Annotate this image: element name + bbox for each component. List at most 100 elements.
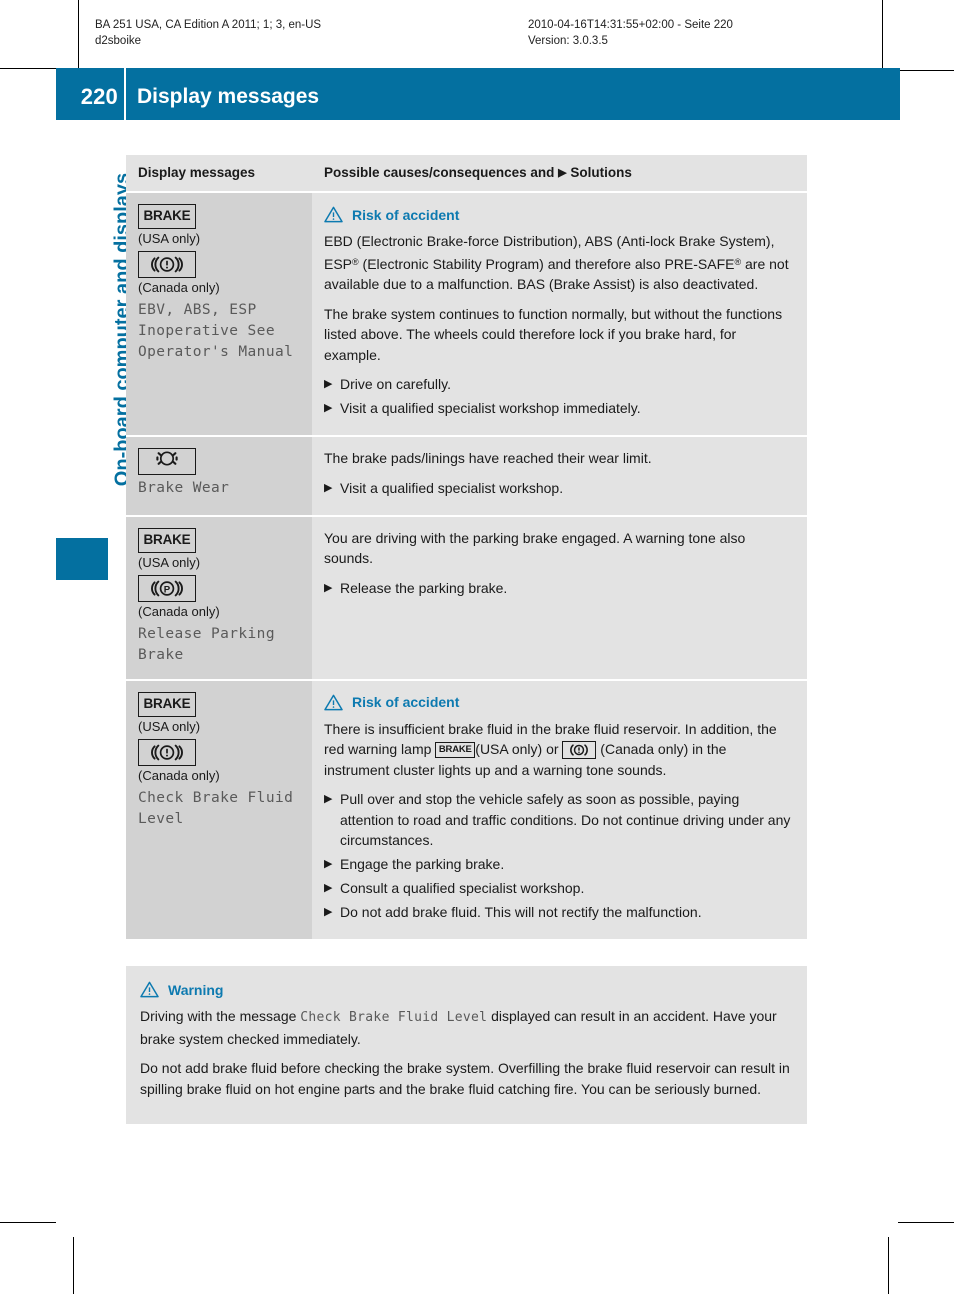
row4-canada-note: (Canada only)	[138, 767, 220, 783]
row1-bullet-1-text: Drive on carefully.	[340, 376, 452, 392]
row3-causes-cell: You are driving with the parking brake e…	[312, 516, 807, 679]
table-header-cell-right: Possible causes/consequences and ▶ Solut…	[312, 155, 807, 191]
row3-message-cell: BRAKE (USA only) P (Canada only) Release…	[126, 516, 312, 679]
bullet-arrow-icon: ▶	[324, 402, 333, 414]
crop-mark-bottom-right-horizontal	[898, 1222, 954, 1223]
row1-canada-note: (Canada only)	[138, 280, 220, 295]
display-messages-table: Display messages Possible causes/consequ…	[126, 155, 807, 939]
bullet-arrow-icon: ▶	[324, 481, 333, 494]
row2-message-cell: Brake Wear	[126, 437, 312, 515]
row1-paragraph-1: EBD (Electronic Brake-force Distribution…	[324, 231, 793, 295]
crop-mark-top-right-vertical	[882, 0, 883, 68]
row4-bullet-1: ▶ Pull over and stop the vehicle safely a…	[324, 789, 793, 851]
bullet-arrow-icon: ▶	[324, 905, 333, 918]
print-meta-right: 2010-04-16T14:31:55+02:00 - Seite 220 Ver…	[528, 17, 733, 49]
row4-risk-heading-text: Risk of accident	[352, 694, 460, 710]
header-divider	[124, 68, 126, 120]
crop-mark-top-left-horizontal	[0, 68, 56, 69]
row1-bullet-1: ▶ Drive on carefully.	[324, 374, 793, 395]
print-meta-left: BA 251 USA, CA Edition A 2011; 1; 3, en-…	[95, 17, 321, 49]
brake-canada-lamp-icon	[138, 738, 196, 766]
row1-bullet-2: ▶ Visit a qualified specialist workshop i…	[324, 398, 793, 419]
row1-p1-sup1: ®	[352, 256, 359, 267]
row2-bullet-1: ▶ Visit a qualified specialist workshop.	[324, 478, 793, 499]
row2-bullet-1-text: Visit a qualified specialist workshop.	[340, 479, 564, 496]
column-header-display-messages: Display messages	[138, 165, 256, 180]
warning-triangle-icon	[324, 694, 343, 710]
row4-bullet-2-text: Engage the parking brake.	[340, 855, 505, 872]
row3-paragraph-1: You are driving with the parking brake e…	[324, 529, 746, 567]
row2-display-text: Brake Wear	[138, 480, 230, 496]
table-row: BRAKE (USA only) (Canada only) Check Bra…	[126, 680, 807, 939]
crop-mark-top-left-vertical	[78, 0, 79, 68]
row2-causes-cell: The brake pads/linings have reached thei…	[312, 437, 807, 515]
row4-bullet-3: ▶ Consult a qualified specialist workshop…	[324, 878, 793, 899]
page-number: 220	[80, 84, 118, 109]
parking-brake-canada-lamp-icon: P	[138, 574, 196, 602]
row1-risk-heading: Risk of accident	[324, 206, 793, 223]
row1-message-cell: BRAKE (USA only) (Canada only) EBV, ABS,…	[126, 193, 312, 435]
row4-paragraph-1: There is insufficient brake fluid in the…	[324, 719, 793, 781]
row4-message-cell: BRAKE (USA only) (Canada only) Check Bra…	[126, 680, 312, 939]
table-row: Brake Wear The brake pads/linings have r…	[126, 437, 807, 517]
row4-p1-part2: (USA only) or	[475, 741, 563, 757]
row1-causes-cell: Risk of accident EBD (Electronic Brake-f…	[312, 193, 807, 435]
warning-callout-title: Warning	[168, 981, 224, 998]
print-meta-right-line1: 2010-04-16T14:31:55+02:00 - Seite 220	[528, 19, 733, 31]
brake-wear-lamp-icon	[138, 448, 196, 475]
row4-bullet-1-text: Pull over and stop the vehicle safely as…	[340, 791, 791, 848]
row4-bullet-3-text: Consult a qualified specialist workshop.	[340, 879, 585, 896]
warning-callout-paragraph-1: Driving with the message Check Brake Flu…	[140, 1006, 791, 1049]
row3-display-text: Release Parking Brake	[138, 625, 275, 663]
warning-triangle-icon	[324, 206, 343, 223]
row3-canada-note: (Canada only)	[138, 603, 220, 619]
row1-usa-note: (USA only)	[138, 231, 201, 246]
row3-usa-note: (USA only)	[138, 554, 201, 570]
brake-warning-lamp-icon: BRAKE	[138, 204, 196, 229]
warning-callout-heading: Warning	[140, 981, 791, 998]
warning-callout-box: Warning Driving with the message Check B…	[126, 966, 807, 1124]
page-title: Display messages	[137, 85, 320, 108]
row1-risk-heading-text: Risk of accident	[352, 206, 460, 223]
table-row: BRAKE (USA only) (Canada only) EBV, ABS,…	[126, 193, 807, 437]
chapter-tab-marker	[56, 538, 108, 580]
bullet-arrow-icon: ▶	[324, 793, 333, 805]
warning-triangle-icon	[140, 981, 159, 998]
row1-bullet-2-text: Visit a qualified specialist workshop im…	[340, 400, 641, 416]
row4-bullet-2: ▶ Engage the parking brake.	[324, 854, 793, 875]
crop-mark-bottom-left-vertical	[73, 1237, 74, 1294]
row4-risk-heading: Risk of accident	[324, 694, 793, 711]
row4-display-text: Check Brake Fluid Level	[138, 789, 294, 827]
row4-bullet-4: ▶ Do not add brake fluid. This will not r…	[324, 902, 793, 923]
column-header-causes-before: Possible causes/consequences and	[324, 165, 559, 180]
crop-mark-bottom-left-horizontal	[0, 1222, 56, 1223]
brake-warning-lamp-icon: BRAKE	[138, 691, 196, 717]
bullet-arrow-icon: ▶	[324, 581, 333, 594]
bullet-arrow-icon: ▶	[324, 857, 333, 870]
print-meta-left-line2: d2sboike	[95, 35, 142, 47]
brake-canada-lamp-icon	[138, 251, 196, 278]
row3-bullet-1-text: Release the parking brake.	[340, 579, 508, 596]
solutions-arrow-icon: ▶	[558, 167, 567, 179]
svg-text:P: P	[164, 584, 171, 595]
row4-usa-note: (USA only)	[138, 718, 201, 734]
print-meta-right-line2: Version: 3.0.3.5	[528, 35, 608, 47]
table-header-row: Display messages Possible causes/consequ…	[126, 155, 807, 193]
row2-paragraph-1: The brake pads/linings have reached thei…	[324, 450, 652, 466]
row1-display-text: EBV, ABS, ESP Inoperative See Operator's…	[138, 302, 294, 360]
bullet-arrow-icon: ▶	[324, 881, 333, 894]
table-row: BRAKE (USA only) P (Canada only) Release…	[126, 516, 807, 681]
crop-mark-top-right-horizontal	[900, 70, 954, 71]
crop-mark-bottom-right-vertical	[888, 1237, 889, 1294]
inline-brake-lamp-icon: BRAKE	[435, 742, 476, 759]
warning-callout-paragraph-2: Do not add brake fluid before checking t…	[140, 1060, 790, 1097]
warning-p1-display-text: Check Brake Fluid Level	[300, 1010, 488, 1025]
brake-warning-lamp-icon: BRAKE	[138, 527, 196, 553]
table-header-cell-left: Display messages	[126, 155, 312, 191]
warning-p1-before: Driving with the message	[140, 1008, 301, 1024]
row1-p1-mid: (Electronic Stability Program) and there…	[358, 255, 735, 272]
column-header-causes-after: Solutions	[566, 165, 632, 180]
bullet-arrow-icon: ▶	[324, 378, 333, 390]
inline-brake-canada-lamp-icon	[562, 741, 597, 760]
row1-paragraph-2: The brake system continues to function n…	[324, 305, 783, 363]
